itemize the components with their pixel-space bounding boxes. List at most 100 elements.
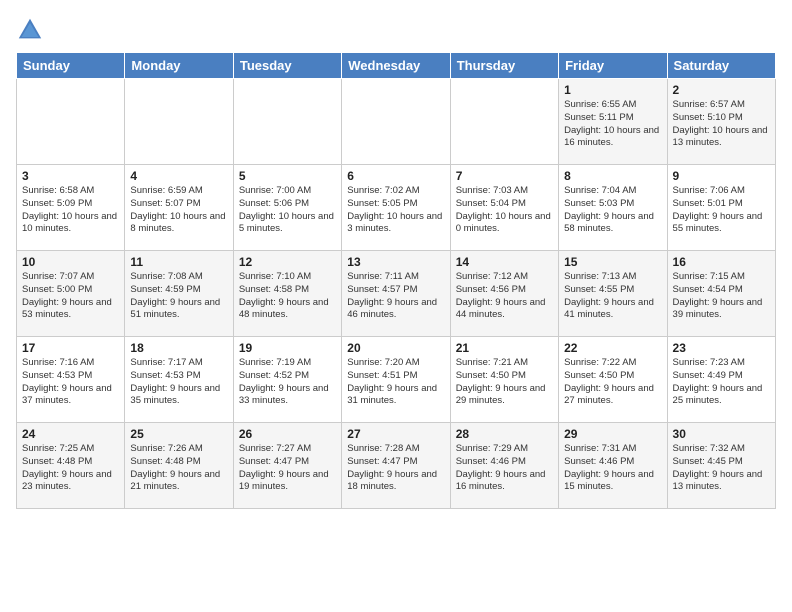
weekday-monday: Monday <box>125 53 233 79</box>
day-number: 29 <box>564 427 661 441</box>
day-number: 10 <box>22 255 119 269</box>
day-cell <box>17 79 125 165</box>
day-number: 26 <box>239 427 336 441</box>
day-number: 14 <box>456 255 553 269</box>
day-cell: 16 Sunrise: 7:15 AM Sunset: 4:54 PM Dayli… <box>667 251 775 337</box>
day-cell: 1Sunrise: 6:55 AM Sunset: 5:11 PM Daylig… <box>559 79 667 165</box>
day-cell: 3 Sunrise: 6:58 AM Sunset: 5:09 PM Daylig… <box>17 165 125 251</box>
day-info: Sunrise: 7:17 AM Sunset: 4:53 PM Dayligh… <box>130 357 220 406</box>
day-info: Sunrise: 7:19 AM Sunset: 4:52 PM Dayligh… <box>239 357 329 406</box>
day-cell: 2Sunrise: 6:57 AM Sunset: 5:10 PM Daylig… <box>667 79 775 165</box>
day-number: 21 <box>456 341 553 355</box>
day-number: 25 <box>130 427 227 441</box>
weekday-saturday: Saturday <box>667 53 775 79</box>
day-number: 3 <box>22 169 119 183</box>
day-info: Sunrise: 6:59 AM Sunset: 5:07 PM Dayligh… <box>130 185 225 234</box>
day-cell: 4 Sunrise: 6:59 AM Sunset: 5:07 PM Daylig… <box>125 165 233 251</box>
day-number: 7 <box>456 169 553 183</box>
day-info: Sunrise: 7:10 AM Sunset: 4:58 PM Dayligh… <box>239 271 329 320</box>
day-info: Sunrise: 7:04 AM Sunset: 5:03 PM Dayligh… <box>564 185 654 234</box>
day-info: Sunrise: 7:06 AM Sunset: 5:01 PM Dayligh… <box>673 185 763 234</box>
day-cell: 19 Sunrise: 7:19 AM Sunset: 4:52 PM Dayli… <box>233 337 341 423</box>
day-info: Sunrise: 7:03 AM Sunset: 5:04 PM Dayligh… <box>456 185 551 234</box>
day-number: 17 <box>22 341 119 355</box>
day-cell: 13 Sunrise: 7:11 AM Sunset: 4:57 PM Dayli… <box>342 251 450 337</box>
day-cell: 11 Sunrise: 7:08 AM Sunset: 4:59 PM Dayli… <box>125 251 233 337</box>
day-cell: 29 Sunrise: 7:31 AM Sunset: 4:46 PM Dayli… <box>559 423 667 509</box>
weekday-thursday: Thursday <box>450 53 558 79</box>
day-cell: 22 Sunrise: 7:22 AM Sunset: 4:50 PM Dayli… <box>559 337 667 423</box>
day-number: 24 <box>22 427 119 441</box>
day-cell: 18 Sunrise: 7:17 AM Sunset: 4:53 PM Dayli… <box>125 337 233 423</box>
day-info: Sunrise: 7:22 AM Sunset: 4:50 PM Dayligh… <box>564 357 654 406</box>
day-cell: 9Sunrise: 7:06 AM Sunset: 5:01 PM Daylig… <box>667 165 775 251</box>
logo-icon <box>16 16 44 44</box>
day-number: 16 <box>673 255 770 269</box>
logo <box>16 16 48 44</box>
week-row-3: 10 Sunrise: 7:07 AM Sunset: 5:00 PM Dayli… <box>17 251 776 337</box>
day-number: 13 <box>347 255 444 269</box>
day-number: 22 <box>564 341 661 355</box>
day-cell: 30Sunrise: 7:32 AM Sunset: 4:45 PM Dayli… <box>667 423 775 509</box>
day-info: Sunrise: 7:16 AM Sunset: 4:53 PM Dayligh… <box>22 357 112 406</box>
day-cell <box>342 79 450 165</box>
day-number: 23 <box>673 341 770 355</box>
day-info: Sunrise: 7:15 AM Sunset: 4:54 PM Dayligh… <box>673 271 763 320</box>
day-info: Sunrise: 7:00 AM Sunset: 5:06 PM Dayligh… <box>239 185 334 234</box>
weekday-header-row: SundayMondayTuesdayWednesdayThursdayFrid… <box>17 53 776 79</box>
day-info: Sunrise: 7:02 AM Sunset: 5:05 PM Dayligh… <box>347 185 442 234</box>
day-cell: 27Sunrise: 7:28 AM Sunset: 4:47 PM Dayli… <box>342 423 450 509</box>
day-info: Sunrise: 7:27 AM Sunset: 4:47 PM Dayligh… <box>239 443 329 492</box>
day-cell <box>233 79 341 165</box>
day-info: Sunrise: 7:07 AM Sunset: 5:00 PM Dayligh… <box>22 271 112 320</box>
day-info: Sunrise: 7:21 AM Sunset: 4:50 PM Dayligh… <box>456 357 546 406</box>
day-cell: 20Sunrise: 7:20 AM Sunset: 4:51 PM Dayli… <box>342 337 450 423</box>
day-cell: 12 Sunrise: 7:10 AM Sunset: 4:58 PM Dayli… <box>233 251 341 337</box>
day-info: Sunrise: 6:58 AM Sunset: 5:09 PM Dayligh… <box>22 185 117 234</box>
day-cell: 14 Sunrise: 7:12 AM Sunset: 4:56 PM Dayli… <box>450 251 558 337</box>
day-cell: 23 Sunrise: 7:23 AM Sunset: 4:49 PM Dayli… <box>667 337 775 423</box>
day-cell: 24 Sunrise: 7:25 AM Sunset: 4:48 PM Dayli… <box>17 423 125 509</box>
weekday-wednesday: Wednesday <box>342 53 450 79</box>
day-info: Sunrise: 7:11 AM Sunset: 4:57 PM Dayligh… <box>347 271 437 320</box>
day-info: Sunrise: 7:25 AM Sunset: 4:48 PM Dayligh… <box>22 443 112 492</box>
day-cell: 7 Sunrise: 7:03 AM Sunset: 5:04 PM Daylig… <box>450 165 558 251</box>
day-info: Sunrise: 7:13 AM Sunset: 4:55 PM Dayligh… <box>564 271 654 320</box>
day-info: Sunrise: 7:26 AM Sunset: 4:48 PM Dayligh… <box>130 443 220 492</box>
week-row-2: 3 Sunrise: 6:58 AM Sunset: 5:09 PM Daylig… <box>17 165 776 251</box>
day-number: 27 <box>347 427 444 441</box>
day-number: 12 <box>239 255 336 269</box>
header <box>16 16 776 44</box>
day-number: 28 <box>456 427 553 441</box>
week-row-5: 24 Sunrise: 7:25 AM Sunset: 4:48 PM Dayli… <box>17 423 776 509</box>
weekday-friday: Friday <box>559 53 667 79</box>
day-cell: 26 Sunrise: 7:27 AM Sunset: 4:47 PM Dayli… <box>233 423 341 509</box>
day-number: 4 <box>130 169 227 183</box>
day-number: 15 <box>564 255 661 269</box>
day-cell <box>450 79 558 165</box>
day-number: 30 <box>673 427 770 441</box>
day-number: 18 <box>130 341 227 355</box>
day-cell: 17 Sunrise: 7:16 AM Sunset: 4:53 PM Dayli… <box>17 337 125 423</box>
day-info: Sunrise: 7:23 AM Sunset: 4:49 PM Dayligh… <box>673 357 763 406</box>
weekday-sunday: Sunday <box>17 53 125 79</box>
day-cell: 21 Sunrise: 7:21 AM Sunset: 4:50 PM Dayli… <box>450 337 558 423</box>
weekday-tuesday: Tuesday <box>233 53 341 79</box>
day-cell: 28Sunrise: 7:29 AM Sunset: 4:46 PM Dayli… <box>450 423 558 509</box>
day-info: Sunrise: 7:31 AM Sunset: 4:46 PM Dayligh… <box>564 443 654 492</box>
day-number: 11 <box>130 255 227 269</box>
day-number: 6 <box>347 169 444 183</box>
day-info: Sunrise: 7:12 AM Sunset: 4:56 PM Dayligh… <box>456 271 546 320</box>
week-row-4: 17 Sunrise: 7:16 AM Sunset: 4:53 PM Dayli… <box>17 337 776 423</box>
day-cell: 6 Sunrise: 7:02 AM Sunset: 5:05 PM Daylig… <box>342 165 450 251</box>
day-number: 19 <box>239 341 336 355</box>
day-cell: 5Sunrise: 7:00 AM Sunset: 5:06 PM Daylig… <box>233 165 341 251</box>
day-cell: 25 Sunrise: 7:26 AM Sunset: 4:48 PM Dayli… <box>125 423 233 509</box>
day-info: Sunrise: 7:08 AM Sunset: 4:59 PM Dayligh… <box>130 271 220 320</box>
week-row-1: 1Sunrise: 6:55 AM Sunset: 5:11 PM Daylig… <box>17 79 776 165</box>
day-cell <box>125 79 233 165</box>
day-cell: 15 Sunrise: 7:13 AM Sunset: 4:55 PM Dayli… <box>559 251 667 337</box>
page: SundayMondayTuesdayWednesdayThursdayFrid… <box>0 0 792 612</box>
day-number: 1 <box>564 83 661 97</box>
day-cell: 8Sunrise: 7:04 AM Sunset: 5:03 PM Daylig… <box>559 165 667 251</box>
